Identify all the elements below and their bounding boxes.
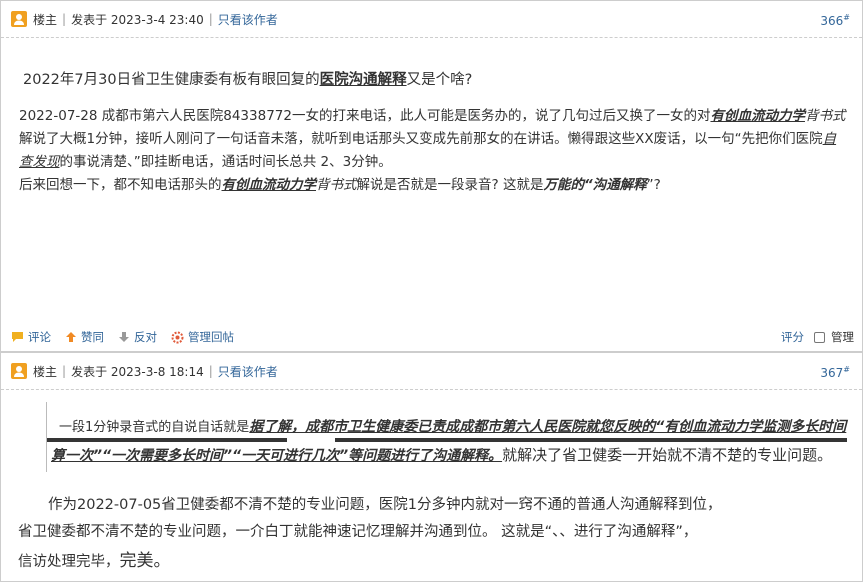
manage-reply-button[interactable]: 管理回帖 [171, 329, 234, 345]
floor-number[interactable]: 367# [820, 365, 850, 380]
floor-number[interactable]: 366# [820, 13, 850, 28]
rate-link[interactable]: 评分 [781, 329, 804, 345]
post-header: 楼主 | 发表于 2023-3-4 23:40 | 只看该作者 366# [1, 1, 862, 38]
author-avatar-icon [11, 11, 27, 27]
divider: | [62, 12, 67, 26]
post-paragraph: 省卫健委都不清不楚的专业问题，一介白丁就能神速记忆理解并沟通到位。 这就是“、、… [18, 524, 698, 540]
comment-button[interactable]: 评论 [11, 329, 51, 345]
post-paragraph: 2022-07-28 成都市第六人民医院84338772一女的打来电话，此人可能… [19, 108, 846, 170]
post-paragraph: 信访处理完毕，完美。 [18, 551, 171, 571]
arrow-up-icon [66, 332, 76, 342]
gear-icon [171, 331, 184, 343]
divider: | [62, 364, 67, 378]
post-content: 2022年7月30日省卫生健康委有板有眼回复的医院沟通解释又是个啥? 2022-… [1, 38, 862, 197]
redaction-strip [47, 438, 847, 442]
post-paragraph: 后来回想一下，都不知电话那头的有创血流动力学背书式解说是否就是一段录音? 这就是… [19, 177, 661, 193]
downvote-button[interactable]: 反对 [118, 329, 157, 345]
author-role: 楼主 [33, 12, 58, 27]
post-header: 楼主 | 发表于 2023-3-8 18:14 | 只看该作者 367# [1, 353, 862, 390]
post-paragraph: 作为2022-07-05省卫健委都不清不楚的专业问题，医院1分多钟内就对一窍不通… [48, 497, 722, 513]
post-366: 楼主 | 发表于 2023-3-4 23:40 | 只看该作者 366# 202… [0, 0, 863, 352]
manage-checkbox[interactable] [814, 331, 825, 343]
post-action-bar: 评论 赞同 反对 管理回帖 评分 管理 [1, 323, 862, 351]
manage-label: 管理 [831, 330, 854, 344]
quote-line-1: 一段1分钟录音式的自说自话就是据了解，成都市卫生健康委已责成成都市第六人民医院就… [59, 419, 847, 435]
arrow-down-icon [119, 332, 129, 342]
comment-icon [12, 332, 23, 342]
posted-time: 发表于 2023-3-4 23:40 [71, 12, 204, 27]
divider: | [208, 12, 213, 26]
quoted-screenshot: 一段1分钟录音式的自说自话就是据了解，成都市卫生健康委已责成成都市第六人民医院就… [46, 402, 862, 472]
posted-time: 发表于 2023-3-8 18:14 [71, 364, 204, 379]
post-headline: 2022年7月30日省卫生健康委有板有眼回复的医院沟通解释又是个啥? [23, 72, 473, 88]
author-avatar-icon [11, 363, 27, 379]
divider: | [208, 364, 213, 378]
right-actions: 评分 管理 [781, 329, 854, 345]
only-author-link[interactable]: 只看该作者 [218, 363, 278, 380]
quote-line-2: 算一次”“一次需要多长时间”“一天可进行几次”等问题进行了沟通解释。就解决了省卫… [51, 446, 833, 464]
author-role: 楼主 [33, 364, 58, 379]
upvote-button[interactable]: 赞同 [65, 329, 104, 345]
only-author-link[interactable]: 只看该作者 [218, 11, 278, 28]
